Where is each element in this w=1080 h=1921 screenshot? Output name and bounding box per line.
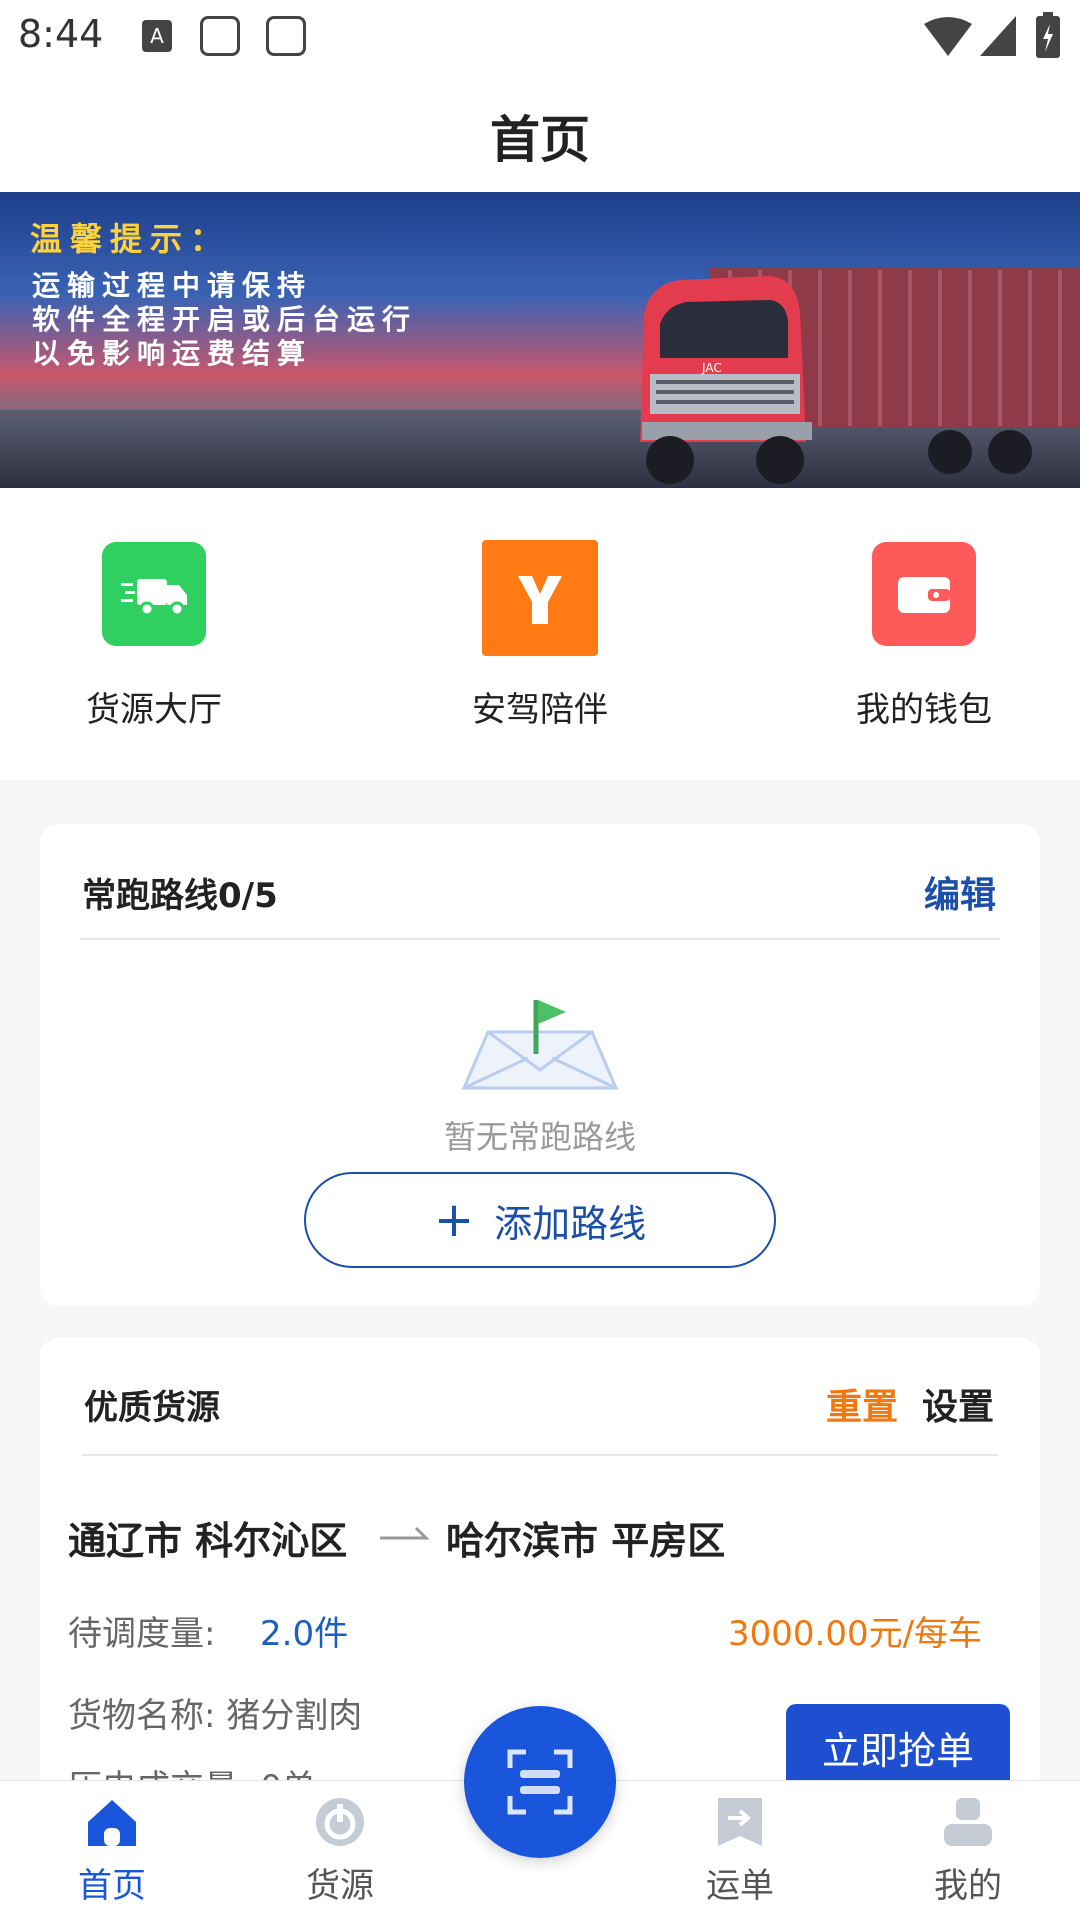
cargo-nav-icon bbox=[316, 1798, 364, 1846]
truck-illustration: JAC bbox=[640, 268, 1080, 484]
history-volume: 历史成交量: 0单 bbox=[68, 1760, 316, 1780]
wallet-button[interactable] bbox=[872, 542, 976, 646]
status-bar: 8:44 A bbox=[0, 0, 1080, 76]
settings-link[interactable]: 设置 bbox=[922, 1378, 994, 1430]
divider bbox=[80, 938, 1000, 940]
arrow-right-icon bbox=[380, 1526, 430, 1540]
nav-mine-label: 我的 bbox=[934, 1866, 1002, 1906]
add-route-label: 添加路线 bbox=[494, 1201, 647, 1246]
nav-mine[interactable]: 我的 bbox=[888, 1792, 1048, 1912]
nav-orders-label: 运单 bbox=[706, 1866, 774, 1906]
wallet-label: 我的钱包 bbox=[856, 690, 992, 730]
user-icon bbox=[944, 1798, 992, 1846]
safe-drive-button[interactable] bbox=[482, 540, 598, 656]
steering-icon bbox=[482, 540, 598, 656]
plus-icon: + bbox=[433, 1192, 475, 1248]
baidu-icon bbox=[200, 16, 240, 56]
edit-link[interactable]: 编辑 bbox=[924, 866, 996, 918]
banner-line: 以免影响运费结算 bbox=[32, 337, 313, 370]
empty-routes-text: 暂无常跑路线 bbox=[443, 1118, 636, 1156]
cargo-title: 优质货源 bbox=[84, 1388, 220, 1428]
cargo-hall-button[interactable] bbox=[102, 542, 206, 646]
nav-home-label: 首页 bbox=[78, 1866, 146, 1906]
truck-icon bbox=[102, 542, 206, 646]
nav-home[interactable]: 首页 bbox=[32, 1792, 192, 1912]
orders-icon bbox=[718, 1798, 762, 1846]
add-route-button[interactable]: + 添加路线 bbox=[304, 1172, 776, 1268]
divider bbox=[82, 1454, 998, 1456]
goods-name: 货物名称: 猪分割肉 bbox=[68, 1696, 363, 1736]
nav-orders[interactable]: 运单 bbox=[660, 1792, 820, 1912]
scan-button[interactable] bbox=[464, 1706, 616, 1858]
battery-icon bbox=[1036, 12, 1060, 58]
nav-cargo-label: 货源 bbox=[306, 1866, 374, 1906]
a-icon: A bbox=[142, 20, 172, 52]
route-to[interactable]: 哈尔滨市 平房区 bbox=[446, 1510, 725, 1565]
routes-title: 常跑路线0/5 bbox=[82, 876, 278, 916]
safe-drive-label: 安驾陪伴 bbox=[472, 690, 608, 730]
cargo-hall-label: 货源大厅 bbox=[86, 690, 222, 730]
pending-label: 待调度量: bbox=[68, 1614, 216, 1654]
baidu-icon bbox=[266, 16, 306, 56]
signal-icon bbox=[980, 16, 1016, 56]
wifi-icon bbox=[924, 17, 972, 56]
pending-value: 2.0件 bbox=[260, 1614, 349, 1654]
wallet-icon bbox=[872, 542, 976, 646]
page-title: 首页 bbox=[490, 111, 590, 169]
price-value: 3000.00元/每车 bbox=[728, 1614, 983, 1654]
svg-text:JAC: JAC bbox=[701, 361, 722, 375]
route-from[interactable]: 通辽市 科尔沁区 bbox=[68, 1510, 347, 1565]
status-time: 8:44 bbox=[18, 12, 104, 56]
nav-cargo[interactable]: 货源 bbox=[260, 1792, 420, 1912]
banner-tip-title: 温馨提示： bbox=[30, 220, 231, 258]
scan-icon bbox=[507, 1749, 573, 1815]
home-icon bbox=[88, 1800, 136, 1846]
reset-link[interactable]: 重置 bbox=[826, 1378, 898, 1430]
empty-route-icon bbox=[461, 1000, 619, 1090]
grab-order-button[interactable]: 立即抢单 bbox=[786, 1704, 1010, 1790]
